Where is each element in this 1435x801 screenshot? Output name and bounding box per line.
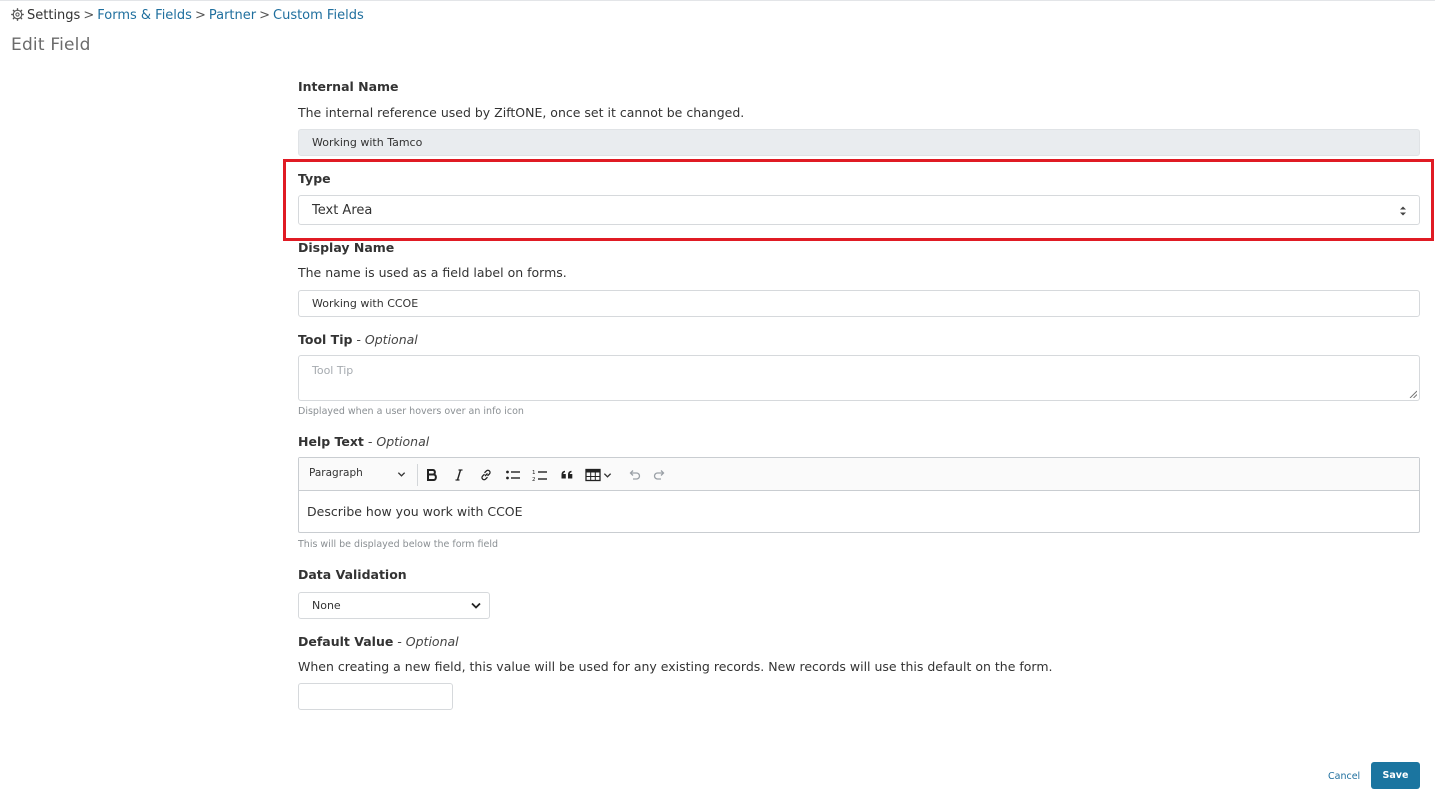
type-select-value: Text Area [312,202,373,218]
tool-tip-hint: Displayed when a user hovers over an inf… [298,406,524,417]
numbered-list-button[interactable]: 1 2 [531,466,549,484]
cancel-button[interactable]: Cancel [1328,771,1360,782]
default-value-label: Default Value - Optional [298,634,459,649]
type-select[interactable]: Text Area [298,195,1420,225]
breadcrumb-forms-fields-link[interactable]: Forms & Fields [97,8,192,23]
editor-content[interactable]: Describe how you work with CCOE [307,504,523,519]
italic-button[interactable] [450,466,468,484]
data-validation-value: None [312,599,341,612]
optional-tag: - Optional [393,634,459,649]
undo-button[interactable] [625,466,643,484]
bold-icon [427,469,437,481]
default-value-description: When creating a new field, this value wi… [298,659,1053,674]
breadcrumb-custom-fields-link[interactable]: Custom Fields [273,8,364,23]
breadcrumb: Settings > Forms & Fields > Partner > Custom F… [11,8,364,24]
chevron-down-icon[interactable] [397,470,406,479]
undo-icon [629,470,641,480]
help-text-editor[interactable]: Paragraph 1 2 Describe how you work with… [298,457,1420,533]
display-name-description: The name is used as a field label on for… [298,265,567,280]
internal-name-label: Internal Name [298,79,399,94]
numbered-list-icon: 1 2 [532,470,547,482]
paragraph-format-dropdown[interactable]: Paragraph [309,467,363,479]
tool-tip-textarea[interactable]: Tool Tip [298,355,1420,401]
optional-tag: - Optional [352,332,418,347]
tool-tip-label-text: Tool Tip [298,332,353,347]
select-updown-icon [1400,206,1406,216]
tool-tip-placeholder: Tool Tip [312,364,354,377]
page-title: Edit Field [11,35,91,55]
internal-name-description: The internal reference used by ZiftONE, … [298,105,745,120]
breadcrumb-settings: Settings [27,8,81,23]
help-text-label: Help Text - Optional [298,434,429,449]
bulleted-list-button[interactable] [504,466,522,484]
table-button[interactable] [585,466,617,484]
italic-icon [455,469,463,481]
top-border [0,0,1435,1]
svg-text:2: 2 [532,477,536,482]
type-label: Type [298,171,331,186]
toolbar-divider [417,464,418,486]
data-validation-label: Data Validation [298,567,407,582]
blockquote-button[interactable] [558,466,576,484]
display-name-input[interactable]: Working with CCOE [298,290,1420,317]
redo-icon [653,470,665,480]
bulleted-list-icon [506,470,520,480]
save-button[interactable]: Save [1371,762,1420,789]
internal-name-value: Working with Tamco [312,136,423,149]
breadcrumb-partner-link[interactable]: Partner [209,8,256,23]
editor-toolbar: Paragraph 1 2 [299,458,1419,491]
help-text-label-text: Help Text [298,434,364,449]
display-name-label: Display Name [298,240,395,255]
link-button[interactable] [477,466,495,484]
table-icon [585,468,601,482]
redo-button[interactable] [651,466,669,484]
breadcrumb-separator: > [259,8,270,23]
svg-text:1: 1 [532,470,536,476]
breadcrumb-separator: > [194,8,206,23]
internal-name-field: Working with Tamco [298,129,1420,156]
data-validation-select[interactable]: None [298,592,490,619]
link-icon [481,469,491,481]
gear-icon [11,8,24,21]
default-value-label-text: Default Value [298,634,394,649]
default-value-input[interactable] [298,683,453,710]
blockquote-icon [561,470,573,479]
tool-tip-label: Tool Tip - Optional [298,332,418,347]
help-text-hint: This will be displayed below the form fi… [298,539,499,550]
optional-tag: - Optional [363,434,430,449]
chevron-down-icon [603,472,612,478]
bold-button[interactable] [423,466,441,484]
breadcrumb-separator: > [83,8,95,23]
resize-handle-icon[interactable] [1409,390,1417,398]
chevron-down-icon [471,602,481,609]
display-name-value: Working with CCOE [312,297,419,310]
